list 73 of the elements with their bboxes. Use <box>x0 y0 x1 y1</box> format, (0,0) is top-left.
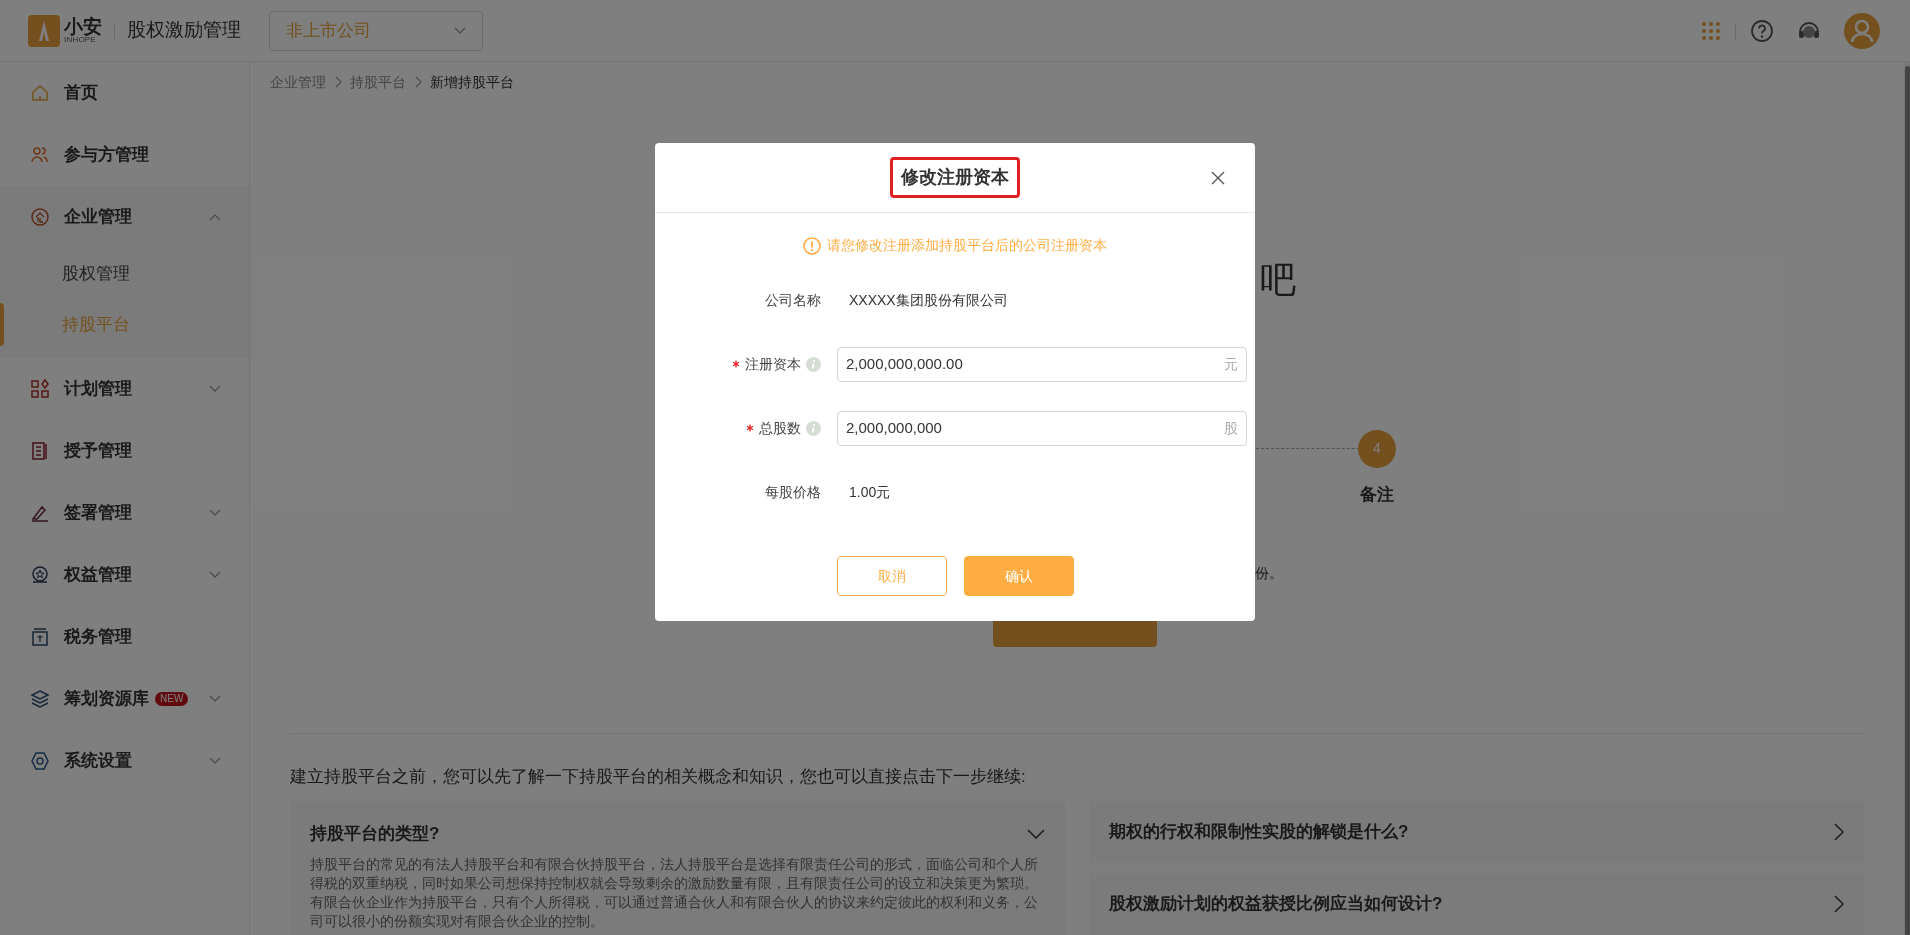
hexagon-icon <box>30 751 50 771</box>
chevron-right-icon <box>414 76 422 89</box>
layers-icon <box>30 689 50 709</box>
step-label: 备注 <box>1360 483 1394 506</box>
chevron-right-icon <box>1834 823 1844 841</box>
sidebar-item[interactable]: 权益管理 <box>0 544 249 606</box>
sidebar-subitem[interactable]: 股权管理 <box>0 248 249 299</box>
field-label: 总股数 <box>759 418 801 438</box>
sidebar-item[interactable]: 企业管理 <box>0 186 249 248</box>
app-title: 股权激励管理 <box>127 18 241 43</box>
step-number: 4 <box>1358 429 1396 468</box>
star-badge-icon <box>30 565 50 585</box>
avatar-icon[interactable] <box>1844 12 1880 49</box>
sidebar-item[interactable]: 筹划资源库 NEW <box>0 668 249 730</box>
dialog-title: 修改注册资本 <box>890 157 1020 198</box>
apps-grid-icon[interactable] <box>1701 20 1721 41</box>
chevron-down-icon <box>209 571 221 579</box>
tax-receipt-icon <box>30 627 50 647</box>
faq-card[interactable]: 股权激励计划的权益获授比例应当如何设计? <box>1089 873 1864 935</box>
building-badge-icon <box>30 207 50 227</box>
sidebar-item[interactable]: 税务管理 <box>0 606 249 668</box>
info-icon[interactable] <box>806 420 821 436</box>
logo-text: 小安 <box>64 17 102 36</box>
page-heading: 吧 <box>1260 257 1296 302</box>
field-label: 注册资本 <box>745 354 801 374</box>
home-icon <box>30 83 50 103</box>
logo-icon <box>28 14 60 47</box>
chevron-down-icon <box>209 757 221 765</box>
sidebar-item[interactable]: 首页 <box>0 62 249 124</box>
sidebar-item[interactable]: 计划管理 <box>0 358 249 420</box>
intro-text: 建立持股平台之前，您可以先了解一下持股平台的相关概念和知识，您也可以直接点击下一步继续: <box>290 765 1027 788</box>
sidebar-item[interactable]: 参与方管理 <box>0 124 249 186</box>
field-label: 每股价格 <box>765 482 821 502</box>
warning-icon <box>803 236 821 255</box>
faq-answer: 持股平台的常见的有法人持股平台和有限合伙持股平台，法人持股平台是选择有限责任公司的形式，面临公司和个人所得税的双重纳税，同时如果公司想保持控制权就会导致剩余的激励数量有限，且有限责任公司的设立和决策更为繁琐。有限合伙企业作为持股平台，只有个人所得税，可以通过普通合伙人和有限合伙人的协议来约定彼此的权利和义务，公司可以很小的份额实现对有限合伙企业的控制。 <box>310 854 1039 931</box>
breadcrumb-item[interactable]: 持股平台 <box>350 72 406 93</box>
scrollbar[interactable] <box>1904 66 1910 935</box>
faq-title: 期权的行权和限制性实股的解锁是什么? <box>1109 821 1409 844</box>
close-icon[interactable] <box>1211 170 1225 185</box>
faq-title: 持股平台的类型? <box>310 823 440 845</box>
info-icon[interactable] <box>806 356 821 372</box>
field-value: XXXXX集团股份有限公司 <box>849 290 1008 310</box>
unit-label: 股 <box>1224 418 1238 438</box>
active-indicator <box>0 303 4 346</box>
document-icon <box>30 441 50 461</box>
faq-card[interactable]: 期权的行权和限制性实股的解锁是什么? <box>1089 801 1864 863</box>
text-input[interactable]: 2,000,000,000.00 元 <box>837 346 1247 382</box>
help-icon[interactable] <box>1750 18 1774 43</box>
unit-label: 元 <box>1224 354 1238 374</box>
sidebar-item[interactable]: 授予管理 <box>0 420 249 482</box>
field-value: 1.00元 <box>849 482 891 502</box>
text-input[interactable]: 2,000,000,000 股 <box>837 410 1247 446</box>
chevron-down-icon <box>454 26 466 35</box>
notice-text: 请您修改注册添加持股平台后的公司注册资本 <box>827 236 1107 255</box>
logo-subtext: INHOPE <box>64 36 96 44</box>
new-badge: NEW <box>155 692 189 706</box>
faq-title: 股权激励计划的权益获授比例应当如何设计? <box>1109 893 1443 916</box>
chevron-down-icon <box>209 385 221 393</box>
chevron-down-icon <box>1027 828 1045 839</box>
chevron-right-icon <box>1834 895 1844 913</box>
sidebar-item[interactable]: 签署管理 <box>0 482 249 544</box>
blocks-icon <box>30 379 50 399</box>
breadcrumb-item: 新增持股平台 <box>430 73 514 92</box>
faq-card[interactable]: 持股平台的类型? 持股平台的常见的有法人持股平台和有限合伙持股平台，法人持股平台是选择有限责任公司的形式，面临公司和个人所得税的双重纳税，同时如果公司想保持控制权就会导致剩余的激励数量有限，且有限责任公司的设立和决策更为繁琐。有限合伙企业作为持股平台，只有个人所得税，可以通过普通合伙人和有限合伙人的协议来约定彼此的权利和义务，公司可以很小的份额实现对有限合伙企业的控制。 <box>290 801 1065 935</box>
people-icon <box>30 145 50 165</box>
chevron-down-icon <box>209 695 221 703</box>
chevron-right-icon <box>334 76 342 89</box>
step-description: 份。 <box>1255 563 1283 583</box>
chevron-up-icon <box>209 213 221 221</box>
sidebar-item[interactable]: 系统设置 <box>0 730 249 792</box>
pen-icon <box>30 503 50 523</box>
field-label: 公司名称 <box>765 290 821 310</box>
chevron-down-icon <box>209 509 221 517</box>
